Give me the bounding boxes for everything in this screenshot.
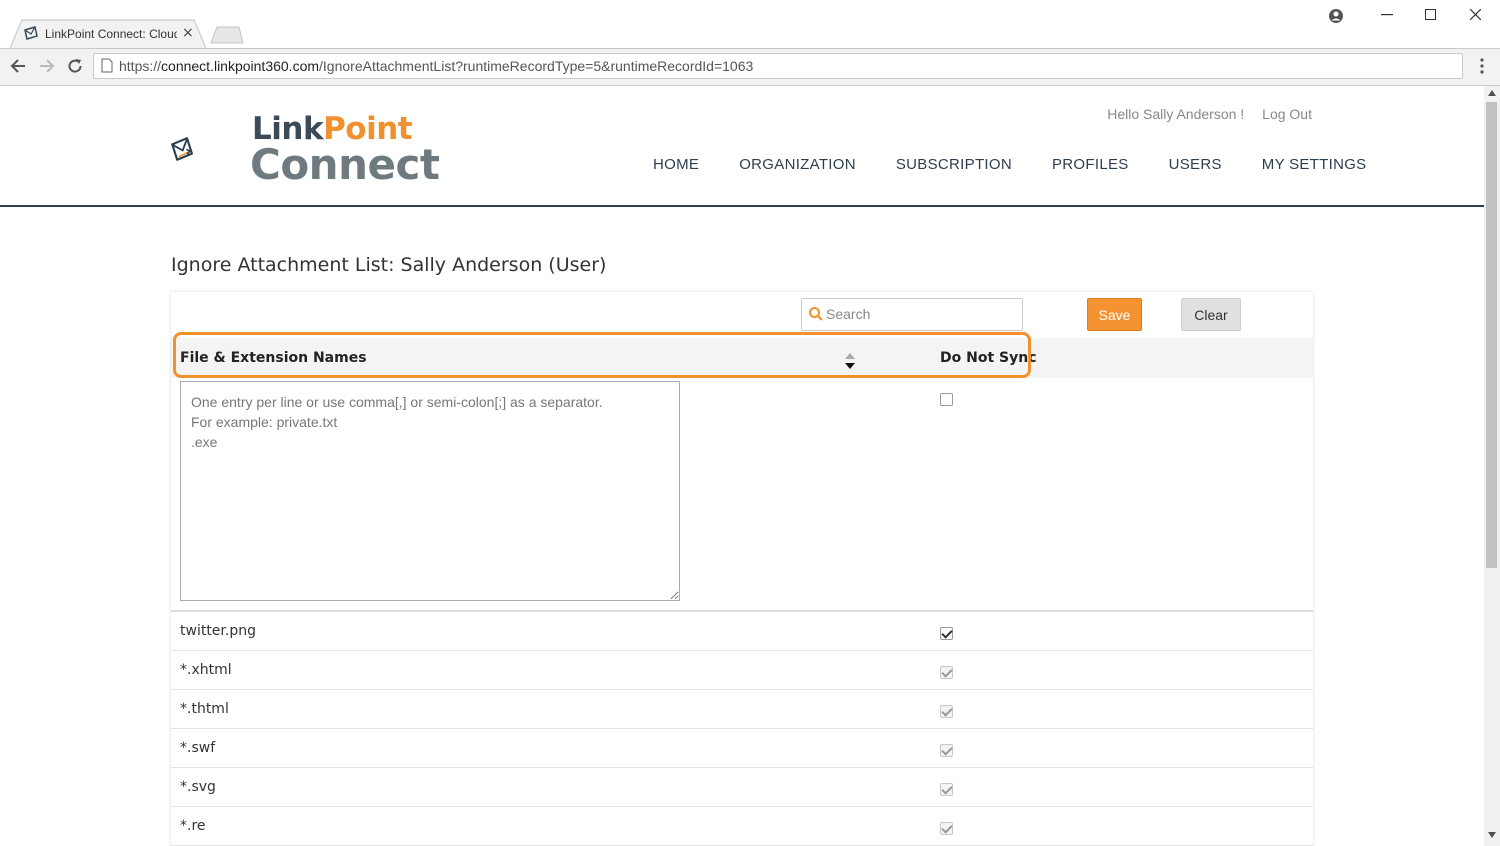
table-row: *.re xyxy=(171,807,1313,846)
url-scheme: https:// xyxy=(119,58,162,74)
tab-close-icon[interactable]: × xyxy=(182,25,194,41)
row-do-not-sync-checkbox xyxy=(940,744,953,757)
save-button[interactable]: Save xyxy=(1087,298,1142,331)
nav-subscription[interactable]: SUBSCRIPTION xyxy=(896,156,1012,173)
row-file-name: *.thtml xyxy=(180,701,229,717)
browser-menu-icon[interactable] xyxy=(1475,56,1489,76)
page-info-icon[interactable] xyxy=(101,58,113,73)
account-icon[interactable] xyxy=(1328,8,1344,24)
nav-organization[interactable]: ORGANIZATION xyxy=(739,156,856,173)
url-text[interactable]: https://connect.linkpoint360.com/IgnoreA… xyxy=(119,58,753,74)
main-nav: HOME ORGANIZATION SUBSCRIPTION PROFILES … xyxy=(653,156,1367,173)
url-host: connect.linkpoint360.com xyxy=(161,58,320,74)
header-highlight-frame xyxy=(173,332,1031,378)
scroll-down-arrow-icon[interactable] xyxy=(1488,832,1496,838)
page-title: Ignore Attachment List: Sally Anderson (… xyxy=(171,254,607,276)
row-file-name: twitter.png xyxy=(180,623,256,639)
new-entry-textarea[interactable] xyxy=(180,381,680,601)
back-arrow-icon[interactable] xyxy=(10,58,26,74)
nav-profiles[interactable]: PROFILES xyxy=(1052,156,1129,173)
url-path: /IgnoreAttachmentList?runtimeRecordType=… xyxy=(319,58,754,74)
search-box[interactable] xyxy=(801,298,1023,331)
maximize-icon[interactable] xyxy=(1425,9,1436,20)
close-window-icon[interactable] xyxy=(1470,9,1481,20)
page-content: LinkPoint Connect Hello Sally Anderson !… xyxy=(0,86,1484,846)
scrollbar-thumb[interactable] xyxy=(1486,102,1497,568)
scroll-up-arrow-icon[interactable] xyxy=(1488,90,1496,96)
logo-wordmark-connect: Connect xyxy=(250,140,440,189)
table-row: *.thtml xyxy=(171,690,1313,729)
table-row: *.xhtml xyxy=(171,651,1313,690)
row-file-name: *.svg xyxy=(180,779,216,795)
user-greeting: Hello Sally Anderson ! Log Out xyxy=(1107,106,1312,122)
greeting-text: Hello Sally Anderson ! xyxy=(1107,106,1245,122)
envelope-favicon-icon xyxy=(24,26,38,40)
table-row: *.svg xyxy=(171,768,1313,807)
logout-link[interactable]: Log Out xyxy=(1262,106,1312,122)
new-entry-do-not-sync-checkbox[interactable] xyxy=(940,393,953,406)
linkpoint-logo-icon[interactable] xyxy=(171,111,251,186)
row-file-name: *.re xyxy=(180,818,206,834)
row-do-not-sync-checkbox xyxy=(940,783,953,796)
nav-my-settings[interactable]: MY SETTINGS xyxy=(1262,156,1367,173)
row-file-name: *.xhtml xyxy=(180,662,232,678)
table-row: *.swf xyxy=(171,729,1313,768)
row-do-not-sync-checkbox[interactable] xyxy=(940,627,953,640)
nav-users[interactable]: USERS xyxy=(1169,156,1222,173)
new-tab-button[interactable] xyxy=(209,26,245,44)
row-do-not-sync-checkbox xyxy=(940,705,953,718)
search-input[interactable] xyxy=(826,306,1016,322)
tab-title: LinkPoint Connect: Cloud xyxy=(45,27,177,41)
clear-button[interactable]: Clear xyxy=(1181,298,1241,331)
search-icon xyxy=(809,307,823,321)
site-header: LinkPoint Connect Hello Sally Anderson !… xyxy=(0,86,1484,207)
reload-icon[interactable] xyxy=(67,58,83,74)
row-file-name: *.swf xyxy=(180,740,216,756)
row-do-not-sync-checkbox xyxy=(940,666,953,679)
nav-home[interactable]: HOME xyxy=(653,156,699,173)
minimize-icon[interactable] xyxy=(1381,14,1393,16)
attachment-list-panel: Save Clear File & Extension Names Do Not… xyxy=(171,292,1313,846)
row-do-not-sync-checkbox xyxy=(940,822,953,835)
forward-arrow-icon[interactable] xyxy=(39,58,55,74)
table-row: twitter.png xyxy=(171,612,1313,651)
